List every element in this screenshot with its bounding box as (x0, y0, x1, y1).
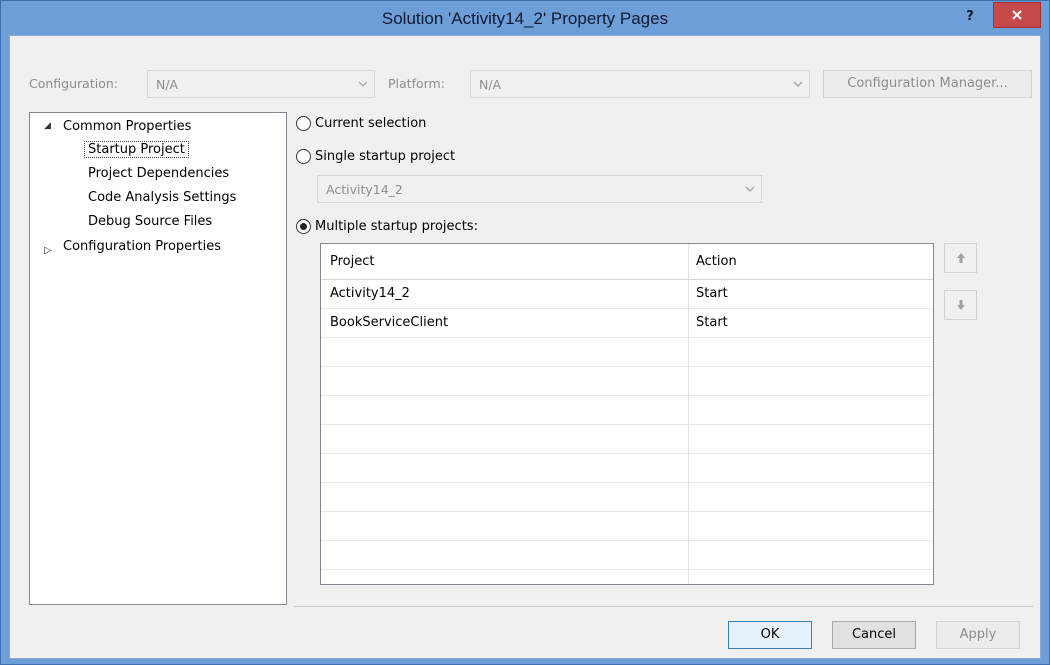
window-title: Solution 'Activity14_2' Property Pages (381, 9, 669, 28)
action-cell[interactable]: Start (696, 286, 728, 301)
move-up-button[interactable] (944, 243, 977, 273)
multiple-startup-label: Multiple startup projects: (315, 219, 478, 234)
collapsed-triangle-icon[interactable]: ▷ (44, 245, 52, 256)
configuration-value: N/A (156, 77, 179, 92)
tree-item-code-analysis-settings[interactable]: Code Analysis Settings (88, 190, 236, 205)
tree-item-debug-source-files[interactable]: Debug Source Files (88, 214, 212, 229)
table-row[interactable]: BookServiceClient Start (321, 309, 933, 338)
empty-row (321, 454, 933, 483)
chevron-down-icon (745, 186, 755, 192)
empty-row (321, 425, 933, 454)
grid-header-row: Project Action (321, 244, 933, 280)
column-header-project[interactable]: Project (330, 254, 374, 269)
tree-item-common-properties[interactable]: Common Properties (63, 119, 191, 134)
empty-row (321, 367, 933, 396)
empty-row (321, 338, 933, 367)
move-down-button[interactable] (944, 290, 977, 320)
tree-item-startup-project[interactable]: Startup Project (84, 141, 189, 158)
configuration-label: Configuration: (29, 76, 118, 91)
single-startup-radio[interactable] (296, 149, 311, 164)
dialog-client-area: Configuration: N/A Platform: N/A Configu… (9, 35, 1041, 659)
multiple-startup-option[interactable]: Multiple startup projects: (296, 219, 478, 234)
project-cell[interactable]: BookServiceClient (330, 315, 448, 330)
current-selection-option[interactable]: Current selection (296, 116, 426, 131)
multiple-startup-radio[interactable] (296, 219, 311, 234)
single-startup-label: Single startup project (315, 149, 456, 164)
column-header-action[interactable]: Action (696, 254, 737, 269)
empty-row (321, 396, 933, 425)
single-startup-option[interactable]: Single startup project (296, 149, 455, 164)
ok-button[interactable]: OK (728, 621, 812, 649)
empty-row (321, 483, 933, 512)
close-icon (1012, 10, 1022, 20)
configuration-combo[interactable]: N/A (147, 70, 375, 98)
property-tree: ◢ Common Properties Startup Project Proj… (29, 112, 287, 605)
radio-selected-dot (300, 223, 307, 230)
apply-button[interactable]: Apply (936, 621, 1020, 649)
property-pages-window: Solution 'Activity14_2' Property Pages ?… (0, 0, 1050, 665)
close-button[interactable] (993, 2, 1041, 28)
tree-item-configuration-properties[interactable]: Configuration Properties (63, 239, 221, 254)
title-bar[interactable]: Solution 'Activity14_2' Property Pages ? (1, 1, 1049, 35)
current-selection-label: Current selection (315, 116, 427, 131)
expanded-triangle-icon[interactable]: ◢ (44, 121, 51, 131)
startup-projects-grid[interactable]: Project Action Activity14_2 Start BookSe… (320, 243, 934, 585)
platform-label: Platform: (388, 76, 445, 91)
project-cell[interactable]: Activity14_2 (330, 286, 410, 301)
configuration-manager-button[interactable]: Configuration Manager... (823, 70, 1032, 98)
table-row[interactable]: Activity14_2 Start (321, 280, 933, 309)
action-cell[interactable]: Start (696, 315, 728, 330)
empty-row (321, 541, 933, 570)
empty-row (321, 512, 933, 541)
tree-item-project-dependencies[interactable]: Project Dependencies (88, 166, 229, 181)
arrow-up-icon (956, 253, 965, 263)
platform-combo[interactable]: N/A (470, 70, 810, 98)
arrow-down-icon (956, 300, 965, 310)
separator-line (294, 606, 1033, 607)
chevron-down-icon (793, 81, 803, 87)
single-startup-value: Activity14_2 (326, 182, 403, 197)
platform-value: N/A (479, 77, 502, 92)
help-button[interactable]: ? (959, 6, 981, 28)
chevron-down-icon (358, 81, 368, 87)
cancel-button[interactable]: Cancel (832, 621, 916, 649)
current-selection-radio[interactable] (296, 116, 311, 131)
single-startup-combo[interactable]: Activity14_2 (317, 175, 762, 203)
